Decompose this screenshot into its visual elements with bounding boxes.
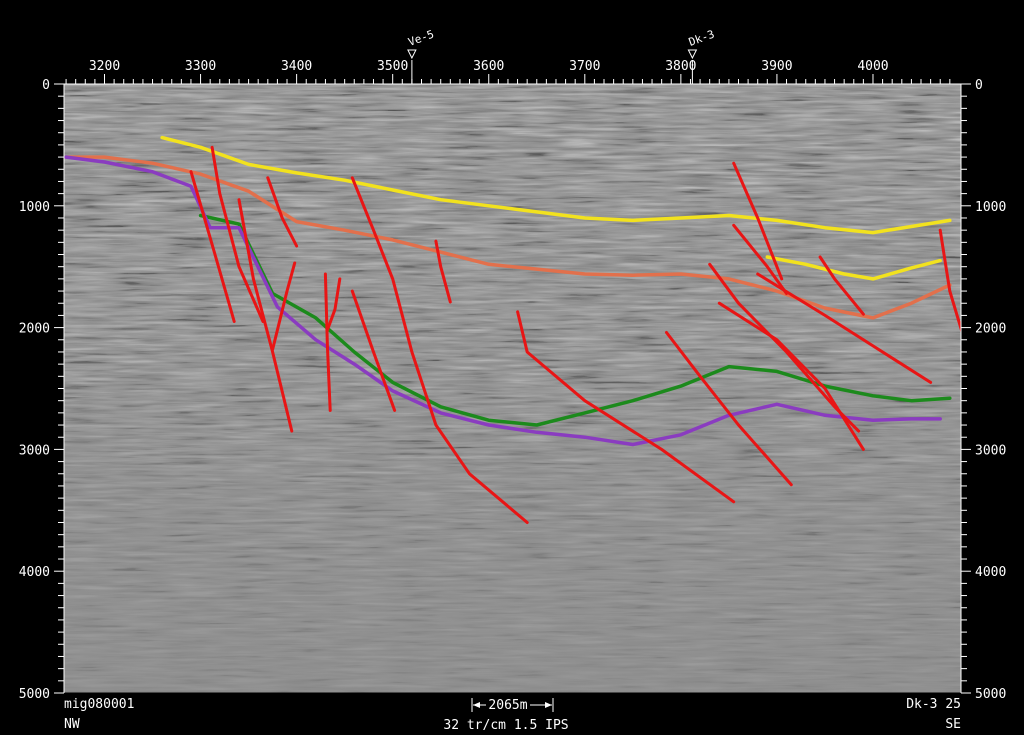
top-axis-tick-label: 3300 <box>185 59 216 74</box>
well-reference: Dk-3 25 <box>906 697 961 712</box>
display-params: 32 tr/cm 1.5 IPS <box>443 718 568 733</box>
top-axis-tick-label: 3600 <box>473 59 504 74</box>
right-direction: SE <box>945 717 961 732</box>
left-direction: NW <box>64 717 80 732</box>
left-axis-tick-label: 0 <box>42 78 50 93</box>
right-axis-tick-label: 0 <box>975 78 983 93</box>
top-axis-tick-label: 3500 <box>377 59 408 74</box>
top-axis-tick-label: 3900 <box>761 59 792 74</box>
top-axis-tick-label: 3700 <box>569 59 600 74</box>
right-axis-tick-label: 5000 <box>975 687 1006 702</box>
top-axis-tick-label: 3200 <box>89 59 120 74</box>
right-axis-tick-label: 4000 <box>975 565 1006 580</box>
top-axis-tick-label: 3400 <box>281 59 312 74</box>
left-axis-tick-label: 4000 <box>19 565 50 580</box>
right-axis-tick-label: 2000 <box>975 322 1006 337</box>
left-axis-tick-label: 2000 <box>19 322 50 337</box>
seismic-section-figure: 3200 3300 3400 3500 3600 3700 3800 3900 4000 Ve-… <box>0 0 1024 735</box>
top-axis-tick-label: 3800 <box>665 59 696 74</box>
left-axis-tick-label: 1000 <box>19 200 50 215</box>
right-axis-tick-label: 3000 <box>975 443 1006 458</box>
left-axis-tick-label: 5000 <box>19 687 50 702</box>
top-axis-tick-label: 4000 <box>857 59 888 74</box>
line-id: mig080001 <box>64 697 134 712</box>
right-axis-tick-label: 1000 <box>975 200 1006 215</box>
left-axis-tick-label: 3000 <box>19 443 50 458</box>
seismic-section <box>64 84 961 693</box>
scale-bar-label: 2065m <box>488 698 527 713</box>
